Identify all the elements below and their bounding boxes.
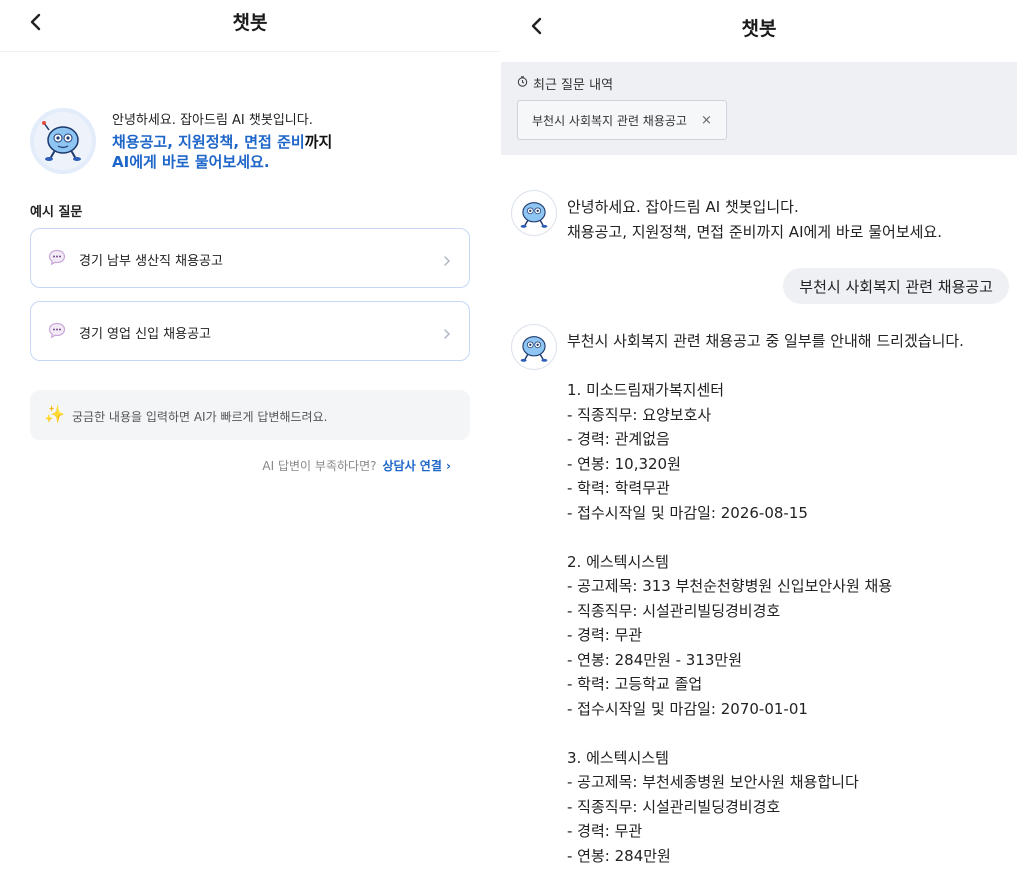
user-message-bubble: 부천시 사회복지 관련 채용공고: [783, 268, 1009, 304]
chevron-right-icon: [443, 325, 451, 344]
clock-icon: [517, 76, 528, 91]
intro-highlight: 채용공고, 지원정책, 면접 준비까지: [112, 131, 332, 152]
intro-ask-ai: AI에게 바로 물어보세요.: [112, 153, 270, 171]
bot-greeting-message: 안녕하세요. 잡아드림 AI 챗봇입니다. 채용공고, 지원정책, 면접 준비까…: [567, 198, 942, 241]
page-title: 챗봇: [741, 18, 777, 40]
bot-answer-message: 부천시 사회복지 관련 채용공고 중 일부를 안내해 드리겠습니다. 1. 미소…: [567, 332, 964, 865]
example-questions-label: 예시 질문: [30, 205, 83, 220]
speech-bubble-icon: [48, 322, 66, 343]
example-question-card[interactable]: 경기 남부 생산직 채용공고: [30, 228, 470, 288]
chatbot-conversation-screen: 챗봇 최근 질문 내역 부천시 사회복지 관련 채용공고 × 안녕하세요. 잡아…: [501, 0, 1017, 872]
recent-questions-panel: 최근 질문 내역 부천시 사회복지 관련 채용공고 ×: [501, 62, 1017, 155]
usage-tip-text: 궁금한 내용을 입력하면 AI가 빠르게 답변해드려요.: [72, 410, 328, 424]
recent-question-text: 부천시 사회복지 관련 채용공고: [532, 113, 687, 128]
chatbot-mascot-icon: [511, 190, 557, 236]
counselor-connect: AI 답변이 부족하다면? 상담사 연결 ›: [262, 457, 451, 474]
intro-greeting: 안녕하세요. 잡아드림 AI 챗봇입니다.: [112, 113, 313, 128]
counselor-prompt: AI 답변이 부족하다면?: [262, 459, 377, 473]
example-question-text: 경기 영업 신입 채용공고: [79, 327, 211, 342]
recent-question-chip[interactable]: 부천시 사회복지 관련 채용공고 ×: [517, 100, 727, 140]
example-question-text: 경기 남부 생산직 채용공고: [79, 254, 223, 269]
chatbot-home-screen: 챗봇 안녕하세요. 잡아드림 AI 챗봇입니다. 채용공고, 지원정책, 면접 …: [0, 0, 500, 872]
recent-questions-label: 최근 질문 내역: [517, 74, 613, 93]
example-question-card[interactable]: 경기 영업 신입 채용공고: [30, 301, 470, 361]
header: 챗봇: [0, 0, 500, 52]
page-title: 챗봇: [232, 12, 268, 34]
intro-highlight-blue: 채용공고, 지원정책, 면접 준비: [112, 133, 305, 151]
speech-bubble-icon: [48, 249, 66, 270]
recent-questions-text: 최근 질문 내역: [533, 78, 614, 93]
counselor-connect-link[interactable]: 상담사 연결 ›: [382, 459, 451, 473]
sparkle-icon: ✨: [44, 405, 66, 425]
intro-highlight-suffix: 까지: [304, 133, 333, 151]
chatbot-mascot-icon: [511, 324, 557, 370]
header: 챗봇: [501, 0, 1017, 62]
chevron-right-icon: [443, 252, 451, 271]
chatbot-mascot-icon: [30, 108, 96, 174]
close-icon[interactable]: ×: [701, 113, 712, 128]
usage-tip: ✨ 궁금한 내용을 입력하면 AI가 빠르게 답변해드려요.: [30, 390, 470, 440]
